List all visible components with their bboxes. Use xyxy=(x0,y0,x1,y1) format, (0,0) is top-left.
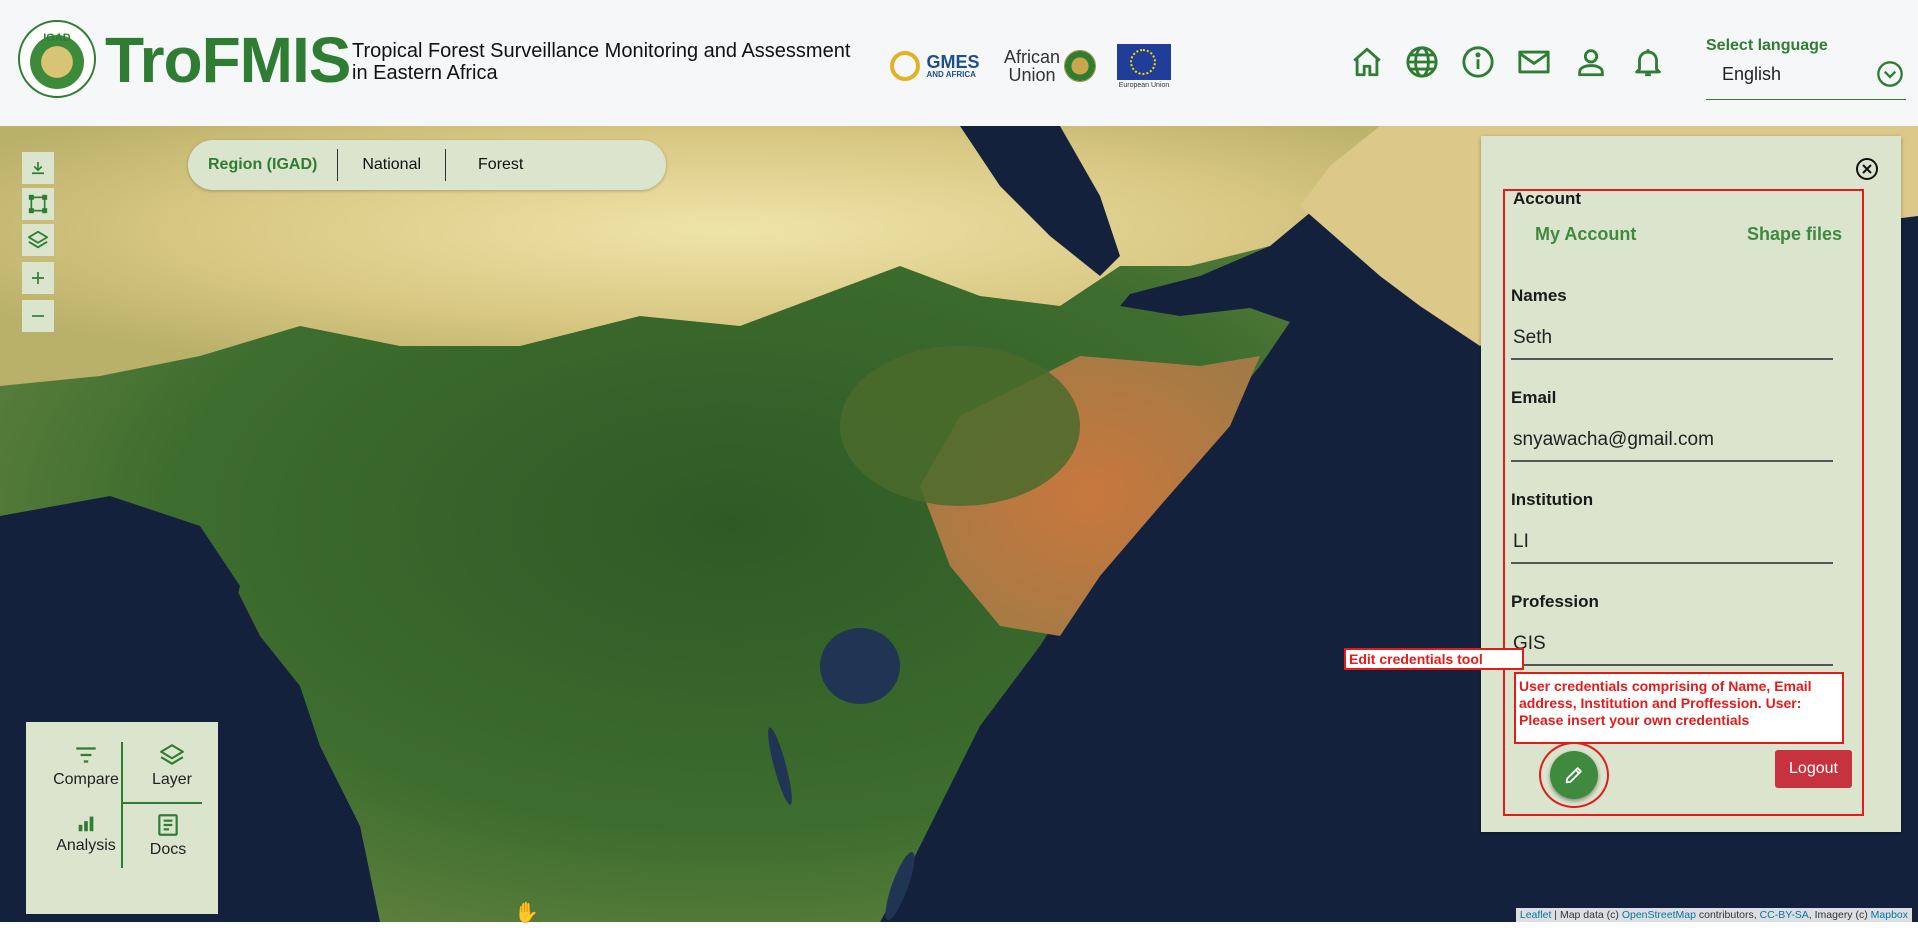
download-icon[interactable] xyxy=(22,152,54,184)
home-icon[interactable] xyxy=(1349,44,1385,80)
edit-credentials-annotation: Edit credentials tool xyxy=(1344,648,1524,670)
compare-tool[interactable]: Compare xyxy=(46,742,126,798)
osm-link[interactable]: OpenStreetMap xyxy=(1622,909,1696,921)
info-icon[interactable] xyxy=(1460,44,1496,80)
layer-label: Layer xyxy=(151,771,193,788)
tab-region-igad[interactable]: Region (IGAD) xyxy=(188,140,337,190)
profession-label: Profession xyxy=(1511,592,1599,611)
igad-logo[interactable]: IGAD xyxy=(18,20,96,98)
edit-credentials-button[interactable] xyxy=(1550,751,1598,799)
account-panel: Account My Account Shape files Names Ema… xyxy=(1481,136,1901,832)
igad-logo-text: IGAD xyxy=(43,32,71,44)
layer-tool[interactable]: Layer xyxy=(132,742,212,798)
bar-chart-icon xyxy=(78,816,94,832)
mapbox-link[interactable]: Mapbox xyxy=(1871,909,1908,921)
chevron-down-icon[interactable] xyxy=(1876,60,1904,88)
email-field[interactable] xyxy=(1511,420,1833,462)
license-link[interactable]: CC-BY-SA xyxy=(1760,909,1809,921)
layers-icon xyxy=(160,744,184,765)
analysis-tool[interactable]: Analysis xyxy=(46,812,126,868)
credentials-note: User credentials comprising of Name, Ema… xyxy=(1514,672,1844,744)
document-icon xyxy=(158,814,178,836)
tab-my-account[interactable]: My Account xyxy=(1535,224,1636,245)
bell-icon[interactable] xyxy=(1630,44,1666,80)
institution-field[interactable] xyxy=(1511,522,1833,564)
european-union-logo: European Union xyxy=(1116,42,1172,90)
email-label: Email xyxy=(1511,388,1557,407)
language-select[interactable]: English xyxy=(1706,58,1906,100)
draw-rectangle-icon[interactable] xyxy=(22,188,54,220)
logout-button[interactable]: Logout xyxy=(1775,750,1852,788)
tab-national[interactable]: National xyxy=(338,140,445,190)
names-field[interactable] xyxy=(1511,318,1833,360)
language-value: English xyxy=(1722,64,1782,84)
african-union-logo: African Union xyxy=(1002,42,1098,90)
layers-icon[interactable] xyxy=(22,224,54,256)
compare-label: Compare xyxy=(53,771,119,788)
leaflet-link[interactable]: Leaflet xyxy=(1520,909,1552,921)
close-icon[interactable] xyxy=(1855,157,1879,181)
docs-tool[interactable]: Docs xyxy=(128,812,208,868)
profession-field[interactable] xyxy=(1511,624,1833,666)
tab-forest[interactable]: Forest xyxy=(446,140,555,190)
mail-icon[interactable] xyxy=(1516,44,1552,80)
docs-label: Docs xyxy=(149,841,187,858)
zoom-out-icon[interactable] xyxy=(22,300,54,332)
tab-shape-files[interactable]: Shape files xyxy=(1747,224,1842,245)
site-subtitle: Tropical Forest Surveillance Monitoring … xyxy=(352,40,851,84)
gmes-africa-logo: GMES AND AFRICA xyxy=(882,42,988,90)
hand-cursor-icon: ✋ xyxy=(514,902,539,924)
pencil-icon xyxy=(1565,767,1582,784)
brand-title: TroFMIS xyxy=(105,24,351,96)
zoom-in-icon[interactable] xyxy=(22,262,54,294)
filter-icon xyxy=(76,747,96,763)
map-view[interactable]: Region (IGAD) National Forest Compare La… xyxy=(0,126,1918,922)
toolbox: Compare Layer Analysis Docs xyxy=(26,722,218,914)
account-title: Account xyxy=(1513,189,1581,208)
app-header: IGAD TroFMIS Tropical Forest Surveillanc… xyxy=(0,0,1918,126)
analysis-label: Analysis xyxy=(56,837,116,854)
names-label: Names xyxy=(1511,286,1567,305)
language-label: Select language xyxy=(1706,37,1828,54)
region-tabs: Region (IGAD) National Forest xyxy=(188,140,666,190)
user-icon[interactable] xyxy=(1573,44,1609,80)
institution-label: Institution xyxy=(1511,490,1594,509)
map-attribution: Leaflet | Map data (c) OpenStreetMap con… xyxy=(1515,908,1912,922)
globe-icon[interactable] xyxy=(1404,44,1440,80)
